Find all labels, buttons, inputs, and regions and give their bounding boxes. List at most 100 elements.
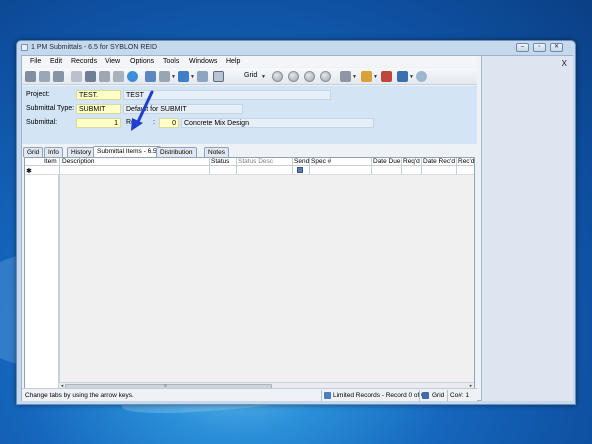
new-row-marker-icon: ✱ bbox=[26, 168, 32, 175]
grid-header: Item Description Status Status Desc Send… bbox=[25, 158, 474, 166]
revision-field[interactable]: 0 bbox=[159, 118, 179, 128]
menu-file[interactable]: File bbox=[30, 58, 41, 65]
tools-dropdown-icon[interactable]: ▼ bbox=[409, 74, 414, 80]
attachment-dropdown-icon[interactable]: ▼ bbox=[171, 74, 176, 80]
minimize-button[interactable]: – bbox=[516, 43, 529, 52]
edit-document-icon[interactable] bbox=[381, 71, 392, 82]
row-selector-column bbox=[25, 158, 59, 388]
client-area: File Edit Records View Options Tools Win… bbox=[21, 55, 573, 401]
project-label: Project: bbox=[26, 91, 50, 98]
close-button[interactable]: ✕ bbox=[550, 43, 563, 52]
truck-icon[interactable] bbox=[361, 71, 372, 82]
status-bar: Change tabs by using the arrow keys. Lim… bbox=[22, 388, 477, 401]
tab-strip: Grid Info History Submittal Items - 6.5 … bbox=[22, 146, 477, 157]
header-form: Project: TEST. TEST Submittal Type: SUBM… bbox=[22, 86, 477, 144]
menu-tools[interactable]: Tools bbox=[163, 58, 179, 65]
restore-button[interactable]: ▫ bbox=[533, 43, 546, 52]
col-reqd[interactable]: Req'd bbox=[403, 158, 420, 165]
tab-submittal-items[interactable]: Submittal Items - 6.5 bbox=[93, 146, 161, 157]
status-divider bbox=[447, 390, 448, 401]
col-item[interactable]: Item bbox=[44, 158, 57, 165]
next-record-icon[interactable] bbox=[304, 71, 315, 82]
submittal-type-label: Submittal Type: bbox=[26, 105, 75, 112]
table-row[interactable] bbox=[25, 166, 474, 175]
column-divider bbox=[59, 158, 60, 388]
new-record-icon[interactable] bbox=[25, 71, 36, 82]
status-view: Grid bbox=[432, 392, 445, 399]
window-title: 1 PM Submittals - 6.5 for SYBLON REID bbox=[31, 44, 158, 51]
tab-history[interactable]: History bbox=[67, 147, 96, 157]
status-divider bbox=[419, 390, 420, 401]
delete-icon[interactable] bbox=[99, 71, 110, 82]
status-hint: Change tabs by using the arrow keys. bbox=[25, 392, 134, 399]
menu-edit[interactable]: Edit bbox=[50, 58, 62, 65]
menu-help[interactable]: Help bbox=[226, 58, 240, 65]
menu-records[interactable]: Records bbox=[71, 58, 97, 65]
print-dropdown-icon[interactable]: ▼ bbox=[190, 74, 195, 80]
col-date-due[interactable]: Date Due bbox=[373, 158, 400, 165]
grid-view-icon[interactable] bbox=[213, 71, 224, 82]
menu-options[interactable]: Options bbox=[130, 58, 154, 65]
submittal-type-field[interactable]: SUBMIT bbox=[76, 104, 121, 114]
tab-notes[interactable]: Notes bbox=[204, 147, 229, 157]
chain-link-icon[interactable] bbox=[340, 71, 351, 82]
column-divider bbox=[456, 158, 457, 175]
project-name-field: TEST bbox=[123, 90, 331, 100]
status-records: Limited Records - Record 0 of 0 bbox=[333, 392, 425, 399]
send-checkbox[interactable] bbox=[297, 167, 303, 173]
print-icon[interactable] bbox=[178, 71, 189, 82]
side-panel: X bbox=[481, 56, 573, 401]
col-send[interactable]: Send bbox=[294, 158, 309, 165]
copy-icon[interactable] bbox=[71, 71, 82, 82]
revision-label-tail: : bbox=[153, 119, 155, 126]
column-divider bbox=[371, 158, 372, 175]
col-description[interactable]: Description bbox=[62, 158, 95, 165]
grid-status-icon bbox=[422, 392, 429, 399]
tab-distribution[interactable]: Distribution bbox=[156, 147, 197, 157]
link-icon[interactable] bbox=[39, 71, 50, 82]
undo-icon[interactable] bbox=[113, 71, 124, 82]
database-icon[interactable] bbox=[53, 71, 64, 82]
column-divider bbox=[292, 158, 293, 175]
menu-view[interactable]: View bbox=[105, 58, 120, 65]
submittal-label: Submittal: bbox=[26, 119, 58, 126]
column-divider bbox=[309, 158, 310, 175]
tab-grid[interactable]: Grid bbox=[23, 147, 44, 157]
column-divider bbox=[209, 158, 210, 175]
status-divider bbox=[321, 390, 322, 401]
col-spec[interactable]: Spec # bbox=[311, 158, 331, 165]
col-date-recd[interactable]: Date Rec'd bbox=[423, 158, 455, 165]
menu-windows[interactable]: Windows bbox=[189, 58, 217, 65]
calculator-icon[interactable] bbox=[145, 71, 156, 82]
side-panel-close-button[interactable]: X bbox=[562, 59, 567, 68]
submittal-number-field[interactable]: 1 bbox=[76, 118, 121, 128]
submittal-type-desc-field: Default for SUBMIT bbox=[123, 104, 243, 114]
revision-label: Re bbox=[126, 119, 135, 126]
tools-icon[interactable] bbox=[397, 71, 408, 82]
column-divider bbox=[401, 158, 402, 175]
save-icon[interactable] bbox=[85, 71, 96, 82]
spellcheck-icon[interactable] bbox=[197, 71, 208, 82]
title-bar[interactable]: 1 PM Submittals - 6.5 for SYBLON REID – … bbox=[17, 41, 575, 55]
column-divider bbox=[421, 158, 422, 175]
tab-info[interactable]: Info bbox=[44, 147, 63, 157]
items-grid[interactable]: Item Description Status Status Desc Send… bbox=[24, 157, 475, 389]
last-record-icon[interactable] bbox=[320, 71, 331, 82]
project-field[interactable]: TEST. bbox=[76, 90, 121, 100]
column-divider bbox=[236, 158, 237, 175]
first-record-icon[interactable] bbox=[272, 71, 283, 82]
grid-dropdown-icon[interactable]: ▼ bbox=[261, 74, 266, 80]
attachment-icon[interactable] bbox=[159, 71, 170, 82]
truck-dropdown-icon[interactable]: ▼ bbox=[373, 74, 378, 80]
link-dropdown-icon[interactable]: ▼ bbox=[352, 74, 357, 80]
records-icon bbox=[324, 392, 331, 399]
app-window: 1 PM Submittals - 6.5 for SYBLON REID – … bbox=[16, 40, 576, 405]
col-status[interactable]: Status bbox=[211, 158, 229, 165]
previous-record-icon[interactable] bbox=[288, 71, 299, 82]
search-icon[interactable] bbox=[416, 71, 427, 82]
col-recd[interactable]: Rec'd bbox=[458, 158, 474, 165]
toolbar: ▼ ▼ Grid ▼ ▼ ▼ ▼ bbox=[22, 68, 477, 85]
grid-view-label[interactable]: Grid bbox=[244, 72, 257, 79]
refresh-icon[interactable] bbox=[127, 71, 138, 82]
col-status-desc[interactable]: Status Desc bbox=[238, 158, 273, 165]
